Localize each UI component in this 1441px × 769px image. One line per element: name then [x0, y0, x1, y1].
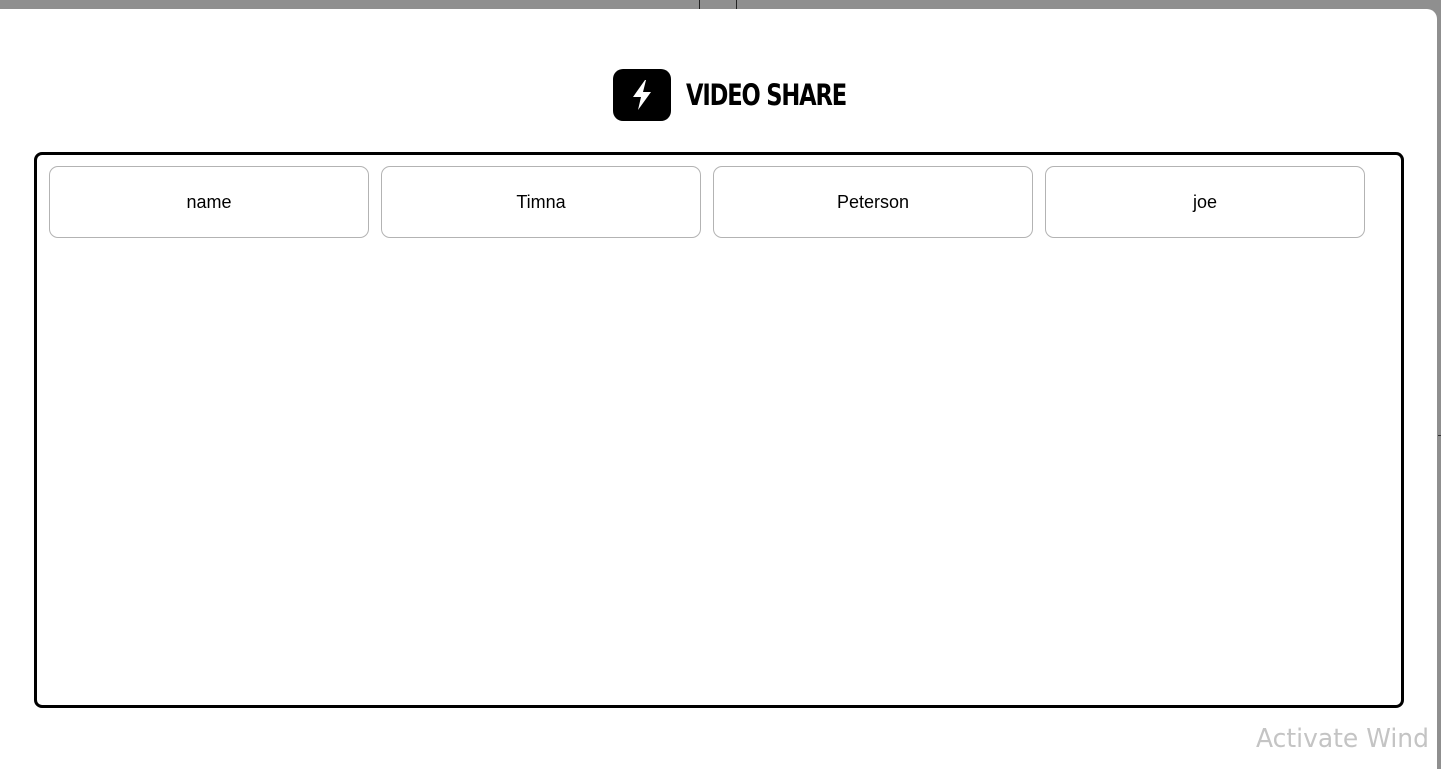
brand-logo [613, 69, 671, 121]
participant-tile[interactable]: joe [1045, 166, 1365, 238]
participant-tile[interactable]: Timna [381, 166, 701, 238]
app-title: VIDEO SHARE [686, 77, 847, 112]
participant-list: name Timna Peterson joe [49, 166, 1365, 238]
participant-tile[interactable]: name [49, 166, 369, 238]
brand-header: VIDEO SHARE [613, 69, 891, 121]
lightning-bolt-icon [633, 80, 651, 110]
activation-watermark: Activate Wind [1256, 724, 1429, 754]
participant-tile[interactable]: Peterson [713, 166, 1033, 238]
main-window: VIDEO SHARE name Timna Peterson joe [0, 9, 1437, 769]
participants-panel: name Timna Peterson joe [34, 152, 1404, 708]
